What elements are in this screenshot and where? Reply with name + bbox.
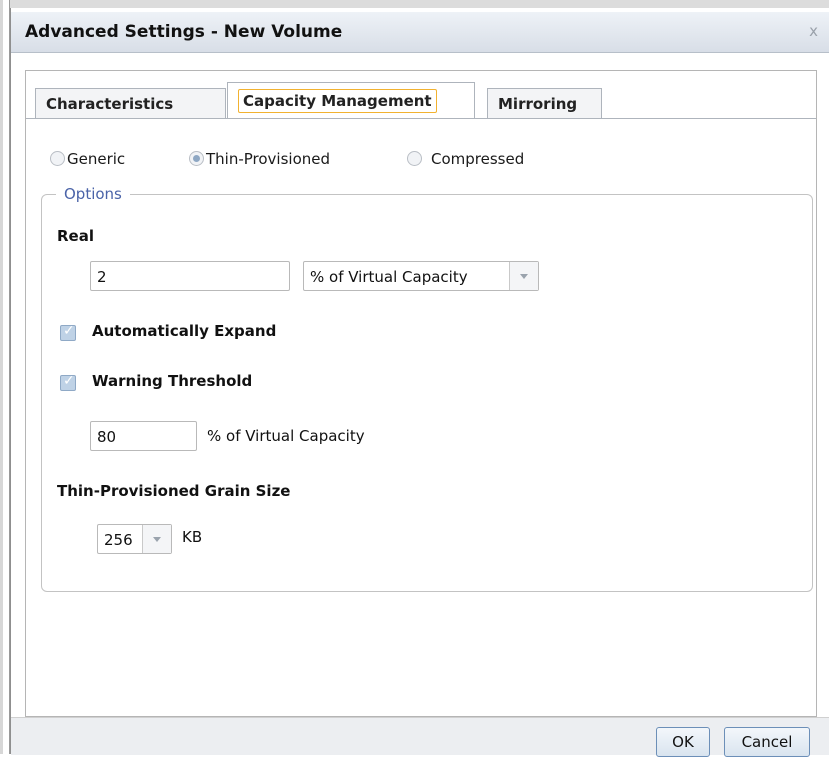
tab-divider bbox=[26, 118, 816, 119]
cancel-button[interactable]: Cancel bbox=[724, 727, 810, 757]
background-edge bbox=[0, 0, 3, 754]
dialog-title: Advanced Settings - New Volume bbox=[25, 22, 343, 42]
tab-label: Capacity Management bbox=[238, 89, 437, 113]
radio-label: Thin-Provisioned bbox=[206, 150, 331, 168]
grain-size-select[interactable]: 256 bbox=[97, 524, 172, 554]
warning-threshold-input[interactable]: 80 bbox=[90, 421, 197, 451]
auto-expand-checkbox[interactable] bbox=[60, 323, 76, 341]
tab-capacity-management[interactable]: Capacity Management bbox=[227, 82, 475, 119]
radio-compressed[interactable]: Compressed bbox=[407, 150, 524, 168]
radio-label: Generic bbox=[67, 150, 126, 168]
real-unit-select[interactable]: % of Virtual Capacity bbox=[303, 261, 539, 291]
real-capacity-input[interactable]: 2 bbox=[90, 261, 290, 291]
warning-threshold-value: 80 bbox=[97, 428, 117, 446]
grain-size-value: 256 bbox=[104, 531, 133, 549]
real-capacity-value: 2 bbox=[97, 268, 107, 286]
options-legend: Options bbox=[56, 185, 130, 203]
ok-button[interactable]: OK bbox=[656, 727, 710, 757]
real-unit-value: % of Virtual Capacity bbox=[310, 268, 468, 286]
chevron-down-icon bbox=[509, 262, 538, 290]
tab-characteristics[interactable]: Characteristics bbox=[35, 88, 226, 119]
radio-button-icon bbox=[50, 151, 65, 166]
grain-size-unit: KB bbox=[182, 528, 203, 546]
tab-label: Characteristics bbox=[46, 95, 174, 113]
options-fieldset: Options Real 2 % of Virtual Capacity Aut… bbox=[41, 185, 813, 592]
grain-size-label: Thin-Provisioned Grain Size bbox=[57, 482, 291, 500]
tab-mirroring[interactable]: Mirroring bbox=[487, 88, 602, 119]
dialog-titlebar: Advanced Settings - New Volume x bbox=[11, 12, 829, 53]
warning-threshold-unit: % of Virtual Capacity bbox=[207, 427, 365, 445]
auto-expand-label: Automatically Expand bbox=[92, 322, 277, 340]
tab-label: Mirroring bbox=[498, 95, 578, 113]
dialog-footer: OK Cancel bbox=[11, 717, 829, 757]
radio-button-icon bbox=[407, 151, 422, 166]
real-label: Real bbox=[57, 227, 94, 245]
chevron-down-icon bbox=[142, 525, 171, 553]
radio-label: Compressed bbox=[431, 150, 525, 168]
radio-button-icon bbox=[189, 151, 204, 166]
content-panel: Characteristics Capacity Management Mirr… bbox=[25, 70, 817, 717]
warning-threshold-label: Warning Threshold bbox=[92, 372, 253, 390]
close-icon[interactable]: x bbox=[809, 22, 818, 40]
advanced-settings-dialog: Advanced Settings - New Volume x Charact… bbox=[10, 8, 829, 757]
warning-threshold-checkbox[interactable] bbox=[60, 373, 76, 391]
radio-generic[interactable]: Generic bbox=[50, 150, 125, 168]
radio-thin-provisioned[interactable]: Thin-Provisioned bbox=[189, 150, 330, 168]
